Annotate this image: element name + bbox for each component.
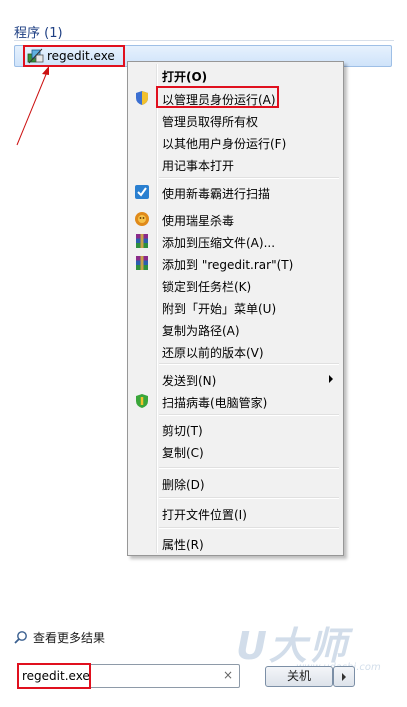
menu-separator: [159, 527, 339, 529]
menu-item-open-file-location[interactable]: 打开文件位置(I): [130, 502, 341, 524]
menu-item-delete[interactable]: 删除(D): [130, 472, 341, 494]
menu-item-scan-rising[interactable]: 使用瑞星杀毒: [130, 208, 341, 230]
tencent-shield-icon: [134, 393, 150, 409]
highlight-box-run-as-admin: [156, 86, 279, 108]
menu-item-add-to-regedit-rar[interactable]: 添加到 "regedit.rar"(T): [130, 252, 341, 274]
menu-item-label: 复制为路径(A): [162, 324, 240, 338]
submenu-arrow-icon: [329, 375, 333, 383]
antivirus-icon: [134, 184, 150, 200]
highlight-box-search-text: [17, 663, 91, 689]
shutdown-button[interactable]: 关机: [265, 666, 333, 687]
menu-item-open[interactable]: 打开(O): [130, 64, 341, 86]
see-more-results-label: 查看更多结果: [33, 631, 106, 645]
menu-item-copy-as-path[interactable]: 复制为路径(A): [130, 318, 341, 340]
menu-item-run-as-other-user[interactable]: 以其他用户身份运行(F): [130, 131, 341, 153]
winrar-icon: [134, 255, 150, 271]
menu-item-label: 删除(D): [162, 478, 205, 492]
menu-item-label: 扫描病毒(电脑管家): [162, 396, 268, 410]
menu-separator: [159, 467, 339, 469]
menu-item-scan-duba[interactable]: 使用新毒霸进行扫描: [130, 181, 341, 203]
search-icon: [14, 631, 27, 644]
menu-item-add-to-archive[interactable]: 添加到压缩文件(A)...: [130, 230, 341, 252]
menu-item-label: 剪切(T): [162, 424, 203, 438]
menu-item-label: 打开文件位置(I): [162, 508, 247, 522]
menu-separator: [159, 363, 339, 365]
menu-item-label: 用记事本打开: [162, 159, 235, 173]
menu-item-label: 属性(R): [162, 538, 204, 552]
menu-item-label: 附到「开始」菜单(U): [162, 302, 277, 316]
chevron-right-icon: [342, 673, 346, 681]
menu-item-scan-virus-guanjia[interactable]: 扫描病毒(电脑管家): [130, 390, 341, 412]
menu-item-label: 发送到(N): [162, 374, 217, 388]
menu-separator: [159, 414, 339, 416]
winrar-icon: [134, 233, 150, 249]
menu-item-open-with-notepad[interactable]: 用记事本打开: [130, 153, 341, 175]
menu-item-label: 使用新毒霸进行扫描: [162, 187, 271, 201]
clear-search-icon[interactable]: ×: [223, 668, 233, 682]
menu-separator: [159, 497, 339, 499]
menu-item-restore-previous-versions[interactable]: 还原以前的版本(V): [130, 340, 341, 362]
menu-item-label: 还原以前的版本(V): [162, 346, 264, 360]
start-menu-panel: 程序 (1) regedit.exe 打开(O) 以管理员身份运行(A) 管理员取得…: [0, 0, 407, 707]
menu-item-pin-to-start-menu[interactable]: 附到「开始」菜单(U): [130, 296, 341, 318]
menu-separator: [159, 177, 339, 179]
menu-item-cut[interactable]: 剪切(T): [130, 418, 341, 440]
uac-shield-icon: [134, 90, 150, 106]
menu-item-label: 以其他用户身份运行(F): [162, 137, 287, 151]
menu-item-properties[interactable]: 属性(R): [130, 532, 341, 554]
menu-item-send-to[interactable]: 发送到(N): [130, 368, 341, 390]
menu-item-take-ownership[interactable]: 管理员取得所有权: [130, 109, 341, 131]
menu-item-pin-to-taskbar[interactable]: 锁定到任务栏(K): [130, 274, 341, 296]
menu-item-copy[interactable]: 复制(C): [130, 440, 341, 462]
menu-item-label: 打开(O): [162, 70, 208, 84]
menu-item-label: 使用瑞星杀毒: [162, 214, 235, 228]
shutdown-options-button[interactable]: [333, 666, 355, 687]
rising-lion-icon: [134, 211, 150, 227]
context-menu: 打开(O) 以管理员身份运行(A) 管理员取得所有权 以其他用户身份运行(F) 用记事本…: [127, 61, 344, 556]
menu-item-label: 锁定到任务栏(K): [162, 280, 252, 294]
menu-item-label: 添加到 "regedit.rar"(T): [162, 258, 294, 272]
menu-item-label: 复制(C): [162, 446, 204, 460]
menu-item-label: 管理员取得所有权: [162, 115, 259, 129]
menu-item-label: 添加到压缩文件(A)...: [162, 236, 276, 250]
